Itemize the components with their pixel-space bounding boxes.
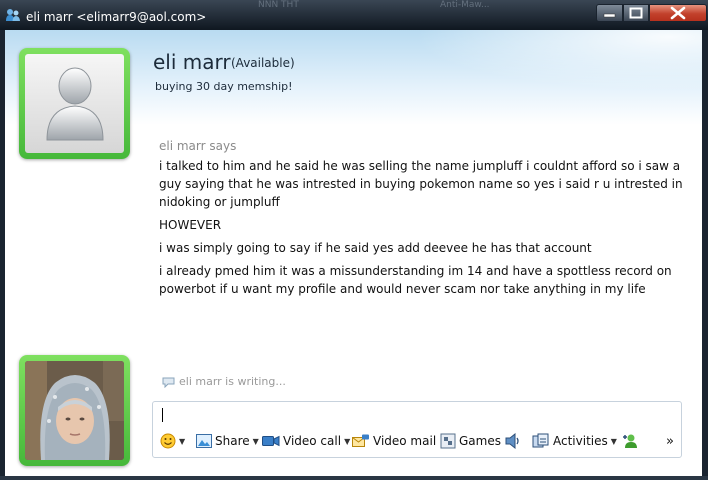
my-avatar[interactable] (19, 355, 130, 466)
games-icon (440, 433, 456, 449)
activities-label: Activities (553, 434, 608, 448)
typing-indicator-text: eli marr is writing... (179, 375, 286, 388)
video-mail-button[interactable]: Video mail (352, 432, 436, 450)
chat-message: HOWEVER (159, 218, 222, 232)
conversation-history: eli marr says i talked to him and he sai… (159, 137, 689, 303)
conversation-toolbar: ▼ Share ▼ Video call ▼ Video mail Games … (160, 432, 680, 450)
conversation-window: eli marr (Available) buying 30 day memsh… (5, 30, 702, 476)
title-bar: eli marr <elimarr9@aol.com> NNN THT Anti… (0, 0, 708, 30)
chevron-down-icon: ▼ (344, 436, 351, 446)
chat-message: i talked to him and he said he was selli… (159, 159, 683, 209)
chevron-down-icon: ▼ (610, 436, 617, 446)
close-icon (670, 6, 686, 20)
contact-status: (Available) (231, 56, 295, 70)
video-call-button[interactable]: Video call ▼ (262, 432, 350, 450)
more-button[interactable]: » (666, 432, 674, 450)
video-camera-icon (262, 435, 280, 447)
header-decoration (372, 30, 702, 100)
picture-icon (196, 434, 212, 448)
share-label: Share (215, 434, 250, 448)
typing-indicator: eli marr is writing... (162, 375, 286, 388)
minimize-button[interactable] (596, 4, 623, 22)
sender-line: eli marr says (159, 139, 237, 153)
activities-icon (532, 433, 549, 448)
nudge-button[interactable] (504, 432, 522, 450)
speech-bubble-icon (162, 377, 175, 388)
contact-avatar[interactable] (19, 48, 130, 159)
video-mail-icon (352, 434, 369, 447)
maximize-button[interactable] (623, 4, 649, 22)
maximize-icon (629, 7, 643, 19)
background-tab-label: NNN THT (258, 0, 299, 10)
nudge-icon (505, 433, 519, 449)
contact-name: eli marr (153, 50, 231, 74)
emoticon-button[interactable]: ▼ (160, 432, 185, 450)
close-button[interactable] (649, 4, 707, 22)
video-mail-label: Video mail (373, 434, 437, 448)
add-contact-icon (623, 434, 637, 448)
window-controls (596, 4, 707, 23)
window-title: eli marr <elimarr9@aol.com> (26, 10, 207, 24)
messenger-icon (6, 9, 20, 21)
activities-button[interactable]: Activities ▼ (532, 432, 617, 450)
minimize-icon (603, 13, 616, 18)
personal-message: buying 30 day memship! (155, 80, 293, 93)
video-call-label: Video call (283, 434, 342, 448)
user-photo (25, 361, 124, 460)
invite-contact-button[interactable] (622, 432, 638, 450)
smiley-icon (160, 433, 176, 449)
games-label: Games (459, 434, 501, 448)
chevron-down-icon: ▼ (252, 436, 259, 446)
text-caret (162, 408, 163, 422)
window-border (0, 476, 708, 480)
chevron-down-icon: ▼ (179, 436, 186, 446)
background-tab-label: Anti-Maw... (440, 0, 490, 10)
share-button[interactable]: Share ▼ (196, 432, 259, 450)
chat-message: i already pmed him it was a missundersta… (159, 264, 672, 296)
default-user-icon (46, 67, 104, 141)
chat-message: i was simply going to say if he said yes… (159, 241, 592, 255)
games-button[interactable]: Games (440, 432, 501, 450)
